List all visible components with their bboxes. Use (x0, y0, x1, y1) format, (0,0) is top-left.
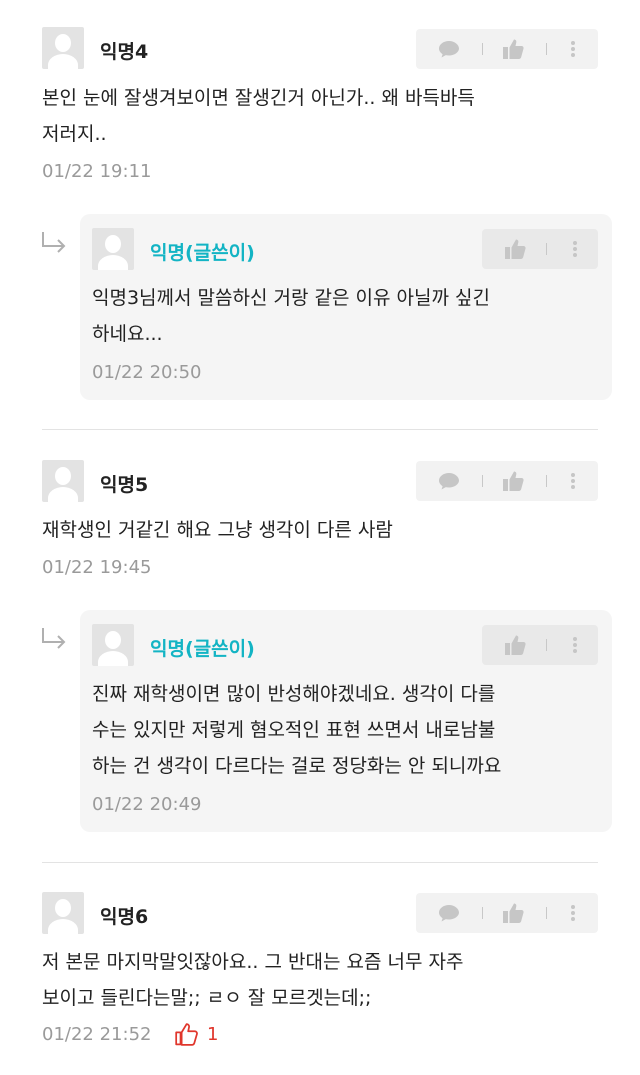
like-button[interactable] (494, 229, 536, 269)
reply-actions (482, 229, 598, 269)
speech-bubble-icon (439, 41, 459, 58)
thumbs-up-icon (503, 903, 524, 923)
reply-timestamp: 01/22 20:49 (92, 794, 202, 815)
comment-button[interactable] (428, 461, 470, 501)
avatar (92, 624, 134, 666)
more-button[interactable] (564, 625, 586, 665)
comment-timestamp: 01/22 19:11 (42, 161, 152, 182)
reply-author: 익명(글쓴이) (150, 638, 255, 660)
comment-text-line: 보이고 들린다는말;; ㄹㅇ 잘 모르겟는데;; (42, 987, 372, 1009)
comment-actions (416, 893, 598, 933)
divider (42, 862, 598, 863)
reply-text-line: 익명3님께서 말씀하신 거랑 같은 이유 아닐까 싶긴 (92, 287, 490, 309)
comment-author: 익명4 (100, 41, 149, 63)
reply-author: 익명(글쓴이) (150, 242, 255, 264)
more-button[interactable] (562, 29, 584, 69)
speech-bubble-icon (439, 473, 459, 490)
thumbs-up-icon (505, 635, 526, 655)
comment-actions (416, 29, 598, 69)
like-button[interactable] (494, 625, 536, 665)
reply-arrow-icon (42, 232, 66, 253)
comment-author: 익명5 (100, 474, 149, 496)
reply-text-line: 하는 건 생각이 다르다는 걸로 정당화는 안 되니까요 (92, 755, 502, 777)
comment-text-line: 재학생인 거같긴 해요 그냥 생각이 다른 사람 (42, 519, 393, 541)
comment-author: 익명6 (100, 906, 149, 928)
avatar (92, 228, 134, 270)
reply-item: 익명(글쓴이) 익명3님께서 말씀하신 거랑 같은 이유 아닐까 싶긴 하네요.… (80, 214, 612, 400)
comment-button[interactable] (428, 29, 470, 69)
thumbs-up-icon (505, 239, 526, 259)
reply-item: 익명(글쓴이) 진짜 재학생이면 많이 반성해야겠네요. 생각이 다를 수는 있… (80, 610, 612, 832)
avatar (42, 892, 84, 934)
more-vertical-icon (571, 905, 575, 921)
reply-text-line: 하네요... (92, 323, 163, 345)
comment-text-line: 저러지.. (42, 123, 107, 145)
like-button[interactable] (492, 893, 534, 933)
avatar (42, 460, 84, 502)
thumbs-up-outline-icon (175, 1023, 198, 1046)
speech-bubble-icon (439, 905, 459, 922)
more-button[interactable] (562, 461, 584, 501)
comment-button[interactable] (428, 893, 470, 933)
more-button[interactable] (564, 229, 586, 269)
more-button[interactable] (562, 893, 584, 933)
reply-text-line: 수는 있지만 저렇게 혐오적인 표현 쓰면서 내로남불 (92, 719, 496, 741)
comment-timestamp: 01/22 21:52 (42, 1024, 152, 1045)
avatar (42, 27, 84, 69)
more-vertical-icon (571, 41, 575, 57)
like-button[interactable] (492, 29, 534, 69)
comment-timestamp: 01/22 19:45 (42, 557, 152, 578)
thumbs-up-icon (503, 471, 524, 491)
divider (42, 429, 598, 430)
more-vertical-icon (573, 241, 577, 257)
reply-timestamp: 01/22 20:50 (92, 362, 202, 383)
more-vertical-icon (571, 473, 575, 489)
reply-arrow-icon (42, 628, 66, 649)
like-count: 1 (207, 1024, 219, 1045)
comment-actions (416, 461, 598, 501)
comment-text-line: 저 본문 마지막말잇잖아요.. 그 반대는 요즘 너무 자주 (42, 951, 464, 973)
reply-text-line: 진짜 재학생이면 많이 반성해야겠네요. 생각이 다를 (92, 683, 496, 705)
comment-text-line: 본인 눈에 잘생겨보이면 잘생긴거 아닌가.. 왜 바득바득 (42, 87, 475, 109)
thumbs-up-icon (503, 39, 524, 59)
reply-actions (482, 625, 598, 665)
like-button[interactable] (492, 461, 534, 501)
more-vertical-icon (573, 637, 577, 653)
